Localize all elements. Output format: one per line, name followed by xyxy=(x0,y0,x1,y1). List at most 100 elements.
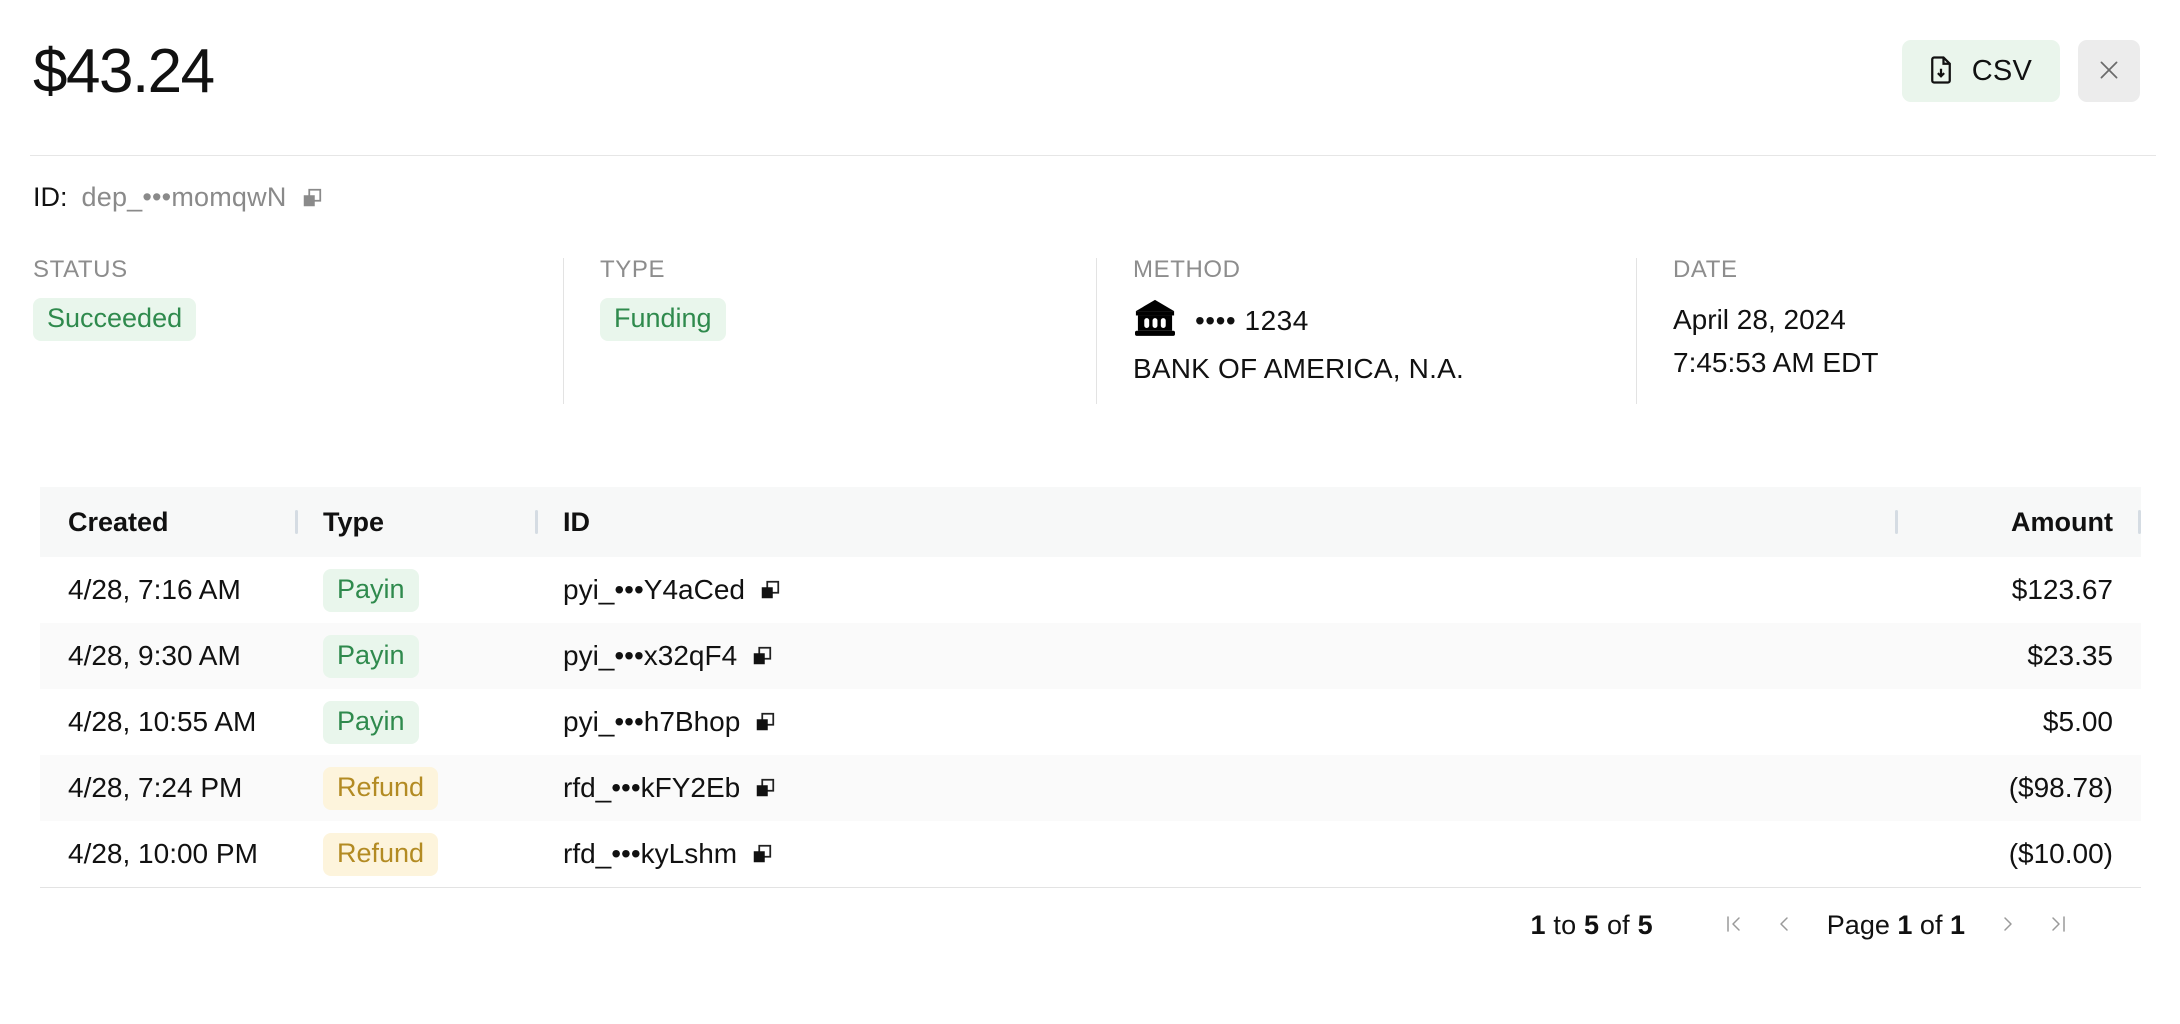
type-label: TYPE xyxy=(600,256,666,283)
cell-created: 4/28, 7:24 PM xyxy=(68,772,243,803)
cell-amount: $5.00 xyxy=(2042,706,2113,737)
copy-row-identifier-button[interactable] xyxy=(751,843,773,865)
table-row[interactable]: 4/28, 7:24 PM Refund rfd_•••kFY2Eb ($98.78) xyxy=(40,755,2141,821)
range-total: 5 xyxy=(1637,910,1653,940)
status-badge: Succeeded xyxy=(33,298,197,341)
id-cell-inner: rfd_•••kFY2Eb xyxy=(563,772,1895,804)
table-row[interactable]: 4/28, 7:16 AM Payin pyi_•••Y4aCed $123.67 xyxy=(40,557,2141,623)
method-account-line: •••• 1234 xyxy=(1133,298,1636,343)
status-label: STATUS xyxy=(33,256,128,283)
cell-type: Refund xyxy=(295,755,535,821)
copy-icon xyxy=(754,711,776,733)
method-account-mask: •••• 1234 xyxy=(1195,304,1309,336)
id-cell-inner: pyi_•••h7Bhop xyxy=(563,706,1895,738)
identifier-value: dep_•••momqwN xyxy=(81,182,287,212)
cell-amount: ($98.78) xyxy=(2008,772,2113,803)
identifier-row: ID: dep_•••momqwN xyxy=(33,182,323,213)
header-actions: CSV xyxy=(1901,40,2140,102)
row-identifier-value: pyi_•••x32qF4 xyxy=(563,640,738,671)
pagination-bar: 1 to 5 of 5 Page 1 of 1 xyxy=(40,887,2141,963)
cell-created: 4/28, 9:30 AM xyxy=(68,640,241,671)
info-cell-date: DATE April 28, 2024 7:45:53 AM EDT xyxy=(1636,256,2116,404)
column-header-type[interactable]: Type xyxy=(295,487,535,557)
date-day: April 28, 2024 xyxy=(1673,304,1846,335)
copy-icon xyxy=(751,645,773,667)
chevron-left-icon xyxy=(1772,912,1796,939)
copy-icon xyxy=(301,187,323,209)
date-label: DATE xyxy=(1673,256,1738,283)
bank-icon xyxy=(1133,298,1177,343)
cell-created: 4/28, 10:55 AM xyxy=(68,706,257,737)
id-cell-inner: rfd_•••kyLshm xyxy=(563,838,1895,870)
method-label: METHOD xyxy=(1133,256,1241,283)
last-page-icon xyxy=(2046,912,2070,939)
cell-type: Payin xyxy=(295,689,535,755)
row-identifier-value: pyi_•••Y4aCed xyxy=(563,574,745,605)
copy-row-identifier-button[interactable] xyxy=(754,711,776,733)
copy-icon xyxy=(751,843,773,865)
cell-amount: $23.35 xyxy=(2027,640,2113,671)
cell-id: rfd_•••kFY2Eb xyxy=(535,755,1895,821)
column-header-created[interactable]: Created xyxy=(40,487,295,557)
row-identifier-value: pyi_•••h7Bhop xyxy=(563,706,741,737)
previous-page-button[interactable] xyxy=(1759,901,1809,951)
table-row[interactable]: 4/28, 10:55 AM Payin pyi_•••h7Bhop $5.00 xyxy=(40,689,2141,755)
range-of-word: of xyxy=(1606,910,1630,940)
chevron-right-icon xyxy=(1996,912,2020,939)
summary-info-grid: STATUS Succeeded TYPE Funding METHOD •••… xyxy=(33,256,2143,404)
method-bank-name: BANK OF AMERICA, N.A. xyxy=(1133,353,1464,384)
type-badge: Payin xyxy=(323,700,419,744)
cell-created: 4/28, 10:00 PM xyxy=(68,838,258,869)
table-row[interactable]: 4/28, 9:30 AM Payin pyi_•••x32qF4 $23.35 xyxy=(40,623,2141,689)
cell-id: pyi_•••h7Bhop xyxy=(535,689,1895,755)
copy-identifier-button[interactable] xyxy=(301,187,323,209)
close-icon xyxy=(2096,57,2122,86)
page-total: 1 xyxy=(1949,910,1965,940)
last-page-button[interactable] xyxy=(2033,901,2083,951)
page-word: Page xyxy=(1826,910,1890,940)
panel-header: $43.24 CSV xyxy=(0,0,2180,156)
cell-amount: ($10.00) xyxy=(2008,838,2113,869)
range-to-word: to xyxy=(1553,910,1577,940)
pager-controls: Page 1 of 1 xyxy=(1709,901,2083,951)
first-page-icon xyxy=(1722,912,1746,939)
close-button[interactable] xyxy=(2078,40,2140,102)
export-csv-button[interactable]: CSV xyxy=(1901,40,2060,102)
column-header-id[interactable]: ID xyxy=(535,487,1895,557)
row-identifier-value: rfd_•••kFY2Eb xyxy=(563,772,741,803)
cell-id: pyi_•••Y4aCed xyxy=(535,557,1895,623)
identifier-label: ID: xyxy=(33,182,68,212)
page-current: 1 xyxy=(1897,910,1913,940)
export-csv-label: CSV xyxy=(1971,54,2032,87)
cell-id: rfd_•••kyLshm xyxy=(535,821,1895,887)
table-row[interactable]: 4/28, 10:00 PM Refund rfd_•••kyLshm ($10.00… xyxy=(40,821,2141,887)
type-badge: Payin xyxy=(323,634,419,678)
cell-type: Payin xyxy=(295,623,535,689)
column-header-amount[interactable]: Amount xyxy=(1895,487,2141,557)
page-of-word: of xyxy=(1919,910,1943,940)
copy-icon xyxy=(754,777,776,799)
transactions-table: Created Type ID Amount 4/28, 7:16 AM Payi… xyxy=(40,487,2141,963)
cell-type: Payin xyxy=(295,557,535,623)
cell-id: pyi_•••x32qF4 xyxy=(535,623,1895,689)
table-header-row: Created Type ID Amount xyxy=(40,487,2141,557)
range-start: 1 xyxy=(1530,910,1546,940)
info-cell-status: STATUS Succeeded xyxy=(33,256,563,385)
copy-row-identifier-button[interactable] xyxy=(751,645,773,667)
result-range: 1 to 5 of 5 xyxy=(1530,910,1652,941)
type-badge: Refund xyxy=(323,832,439,876)
info-cell-type: TYPE Funding xyxy=(563,256,1096,404)
page-title: $43.24 xyxy=(33,37,215,106)
info-cell-method: METHOD •••• 1234 BANK OF AMERICA, N.A. xyxy=(1096,256,1636,404)
id-cell-inner: pyi_•••Y4aCed xyxy=(563,574,1895,606)
cell-type: Refund xyxy=(295,821,535,887)
id-cell-inner: pyi_•••x32qF4 xyxy=(563,640,1895,672)
copy-row-identifier-button[interactable] xyxy=(754,777,776,799)
first-page-button[interactable] xyxy=(1709,901,1759,951)
row-identifier-value: rfd_•••kyLshm xyxy=(563,838,738,869)
header-divider xyxy=(30,155,2156,156)
copy-row-identifier-button[interactable] xyxy=(759,579,781,601)
cell-amount: $123.67 xyxy=(2011,574,2113,605)
next-page-button[interactable] xyxy=(1983,901,2033,951)
type-badge: Refund xyxy=(323,766,439,810)
